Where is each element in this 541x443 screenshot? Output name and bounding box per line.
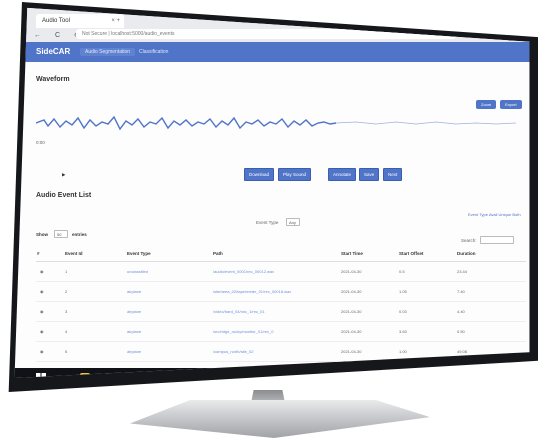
cell-start-offset: 0.03 (398, 301, 456, 322)
cell-path: /site/area_02/tape/meter_01/rec_00018.wa… (212, 281, 340, 302)
cell-duration: 7.40 (456, 281, 526, 302)
search-input[interactable] (480, 236, 514, 244)
waveform-title: Waveform (36, 76, 70, 83)
cell-start-offset: 1.05 (398, 281, 456, 302)
col-header-event-type[interactable]: Event Type (126, 245, 212, 262)
table-row[interactable]: ◉ 4 airplane /src/ridge_rocky/monitor_01… (36, 321, 526, 342)
cell-start-offset: 58.02 (398, 382, 456, 393)
play-sound-button[interactable]: Play Sound (278, 168, 312, 181)
save-button[interactable]: Save (359, 168, 380, 181)
cell-event-id: 5 (64, 341, 126, 362)
cell-duration: 23.44 (456, 261, 526, 282)
cell-event-type[interactable]: airplane (126, 301, 212, 322)
cell-event-type[interactable]: airplane (126, 321, 212, 342)
cell-event-type[interactable]: airplane (126, 281, 212, 302)
waveform-start-label: 0:00 (36, 140, 45, 145)
waveform-display[interactable] (36, 112, 516, 134)
cell-start-time: 2021-04-30 (340, 341, 398, 362)
tab-close-icon[interactable]: × + (111, 14, 120, 28)
table-row[interactable]: ◉ 2 airplane /site/area_02/tape/meter_01… (36, 281, 526, 302)
cell-duration: 4.40 (456, 301, 526, 322)
brand-logo[interactable]: SideCAR (36, 47, 70, 56)
download-button[interactable]: Download (244, 168, 275, 181)
zoom-button[interactable]: Zoom (476, 100, 497, 109)
cell-start-time: 2021-04-30 (340, 321, 398, 342)
cell-path: /audio/event_0001/rec_00012.wav (212, 261, 340, 282)
cell-start-time: 2021-04-30 (340, 301, 398, 322)
play-icon[interactable]: ▶ (62, 172, 65, 178)
row-select-icon[interactable]: ◉ (36, 281, 64, 302)
table-row[interactable]: ◉ 1 unclassified /audio/event_0001/rec_0… (36, 261, 526, 282)
row-select-icon[interactable]: ◉ (36, 301, 64, 322)
cell-start-offset: 0.5 (398, 261, 456, 282)
col-header-path[interactable]: Path (212, 245, 340, 262)
cell-duration: 14.80 (456, 382, 526, 393)
col-header-duration[interactable]: Duration (456, 245, 526, 262)
monitor: Audio Tool × + ← C ⊕ Not Secure | localh… (6, 2, 538, 394)
col-header-start-time[interactable]: Start Time (340, 245, 398, 262)
cell-event-id: 4 (64, 321, 126, 342)
cell-start-offset: 3.63 (398, 321, 456, 342)
row-select-icon[interactable]: ◉ (36, 341, 64, 362)
cell-start-time: 2021-04-30 (340, 281, 398, 302)
cell-start-time: 2021-04-30 (340, 261, 398, 282)
event-type-filters[interactable]: Event Type Avail Unique Both (468, 212, 521, 217)
cell-duration: 0.50 (456, 321, 526, 342)
cell-event-id: 1 (64, 261, 126, 282)
cell-event-id: 2 (64, 281, 126, 302)
row-select-icon[interactable]: ◉ (36, 261, 64, 282)
col-header-select[interactable]: # (36, 245, 64, 262)
cell-path: /campus_north/site_02 (212, 341, 340, 362)
cell-path: /video/hard_04/mic_1/rec_01 (212, 301, 340, 322)
cell-event-type[interactable]: unclassified (126, 261, 212, 282)
table-row[interactable]: ◉ 3 airplane /video/hard_04/mic_1/rec_01… (36, 301, 526, 322)
nav-link-classification[interactable]: Classification (134, 48, 173, 56)
show-label: Show (36, 232, 48, 237)
annotate-button[interactable]: Annotate (328, 168, 357, 181)
event-list-title: Audio Event List (36, 192, 92, 199)
browser-chrome: Audio Tool × + ← C ⊕ Not Secure | localh… (14, 8, 530, 43)
entries-label: entries (72, 232, 87, 237)
cell-start-time: 2021-04-30 (340, 382, 398, 393)
col-header-start-offset[interactable]: Start Offset (398, 245, 456, 262)
next-button[interactable]: Next (383, 168, 403, 181)
system-tray[interactable] (438, 376, 498, 378)
event-type-label: Event Type (256, 220, 279, 225)
browser-tab[interactable]: Audio Tool × + (36, 14, 124, 28)
cell-event-type[interactable]: airplane (126, 341, 212, 362)
monitor-stand-base (130, 400, 430, 438)
export-button[interactable]: Export (500, 100, 522, 109)
app-navbar: SideCAR Audio Segmentation Classificatio… (14, 42, 530, 62)
col-header-event-id[interactable]: Event Id (64, 245, 126, 262)
table-header-row: # Event Id Event Type Path Start Time St… (36, 245, 526, 262)
cell-event-id: 3 (64, 301, 126, 322)
tab-title: Audio Tool (42, 18, 70, 24)
row-select-icon[interactable]: ◉ (36, 321, 64, 342)
event-type-select[interactable]: Any (286, 218, 300, 226)
page-size-select[interactable]: 50 (54, 230, 68, 238)
screen: Audio Tool × + ← C ⊕ Not Secure | localh… (14, 7, 530, 393)
cell-path: /src/ridge_rocky/monitor_01/rec_0 (212, 321, 340, 342)
search-label: Search: (461, 238, 477, 243)
nav-link-segmentation[interactable]: Audio Segmentation (80, 48, 136, 56)
